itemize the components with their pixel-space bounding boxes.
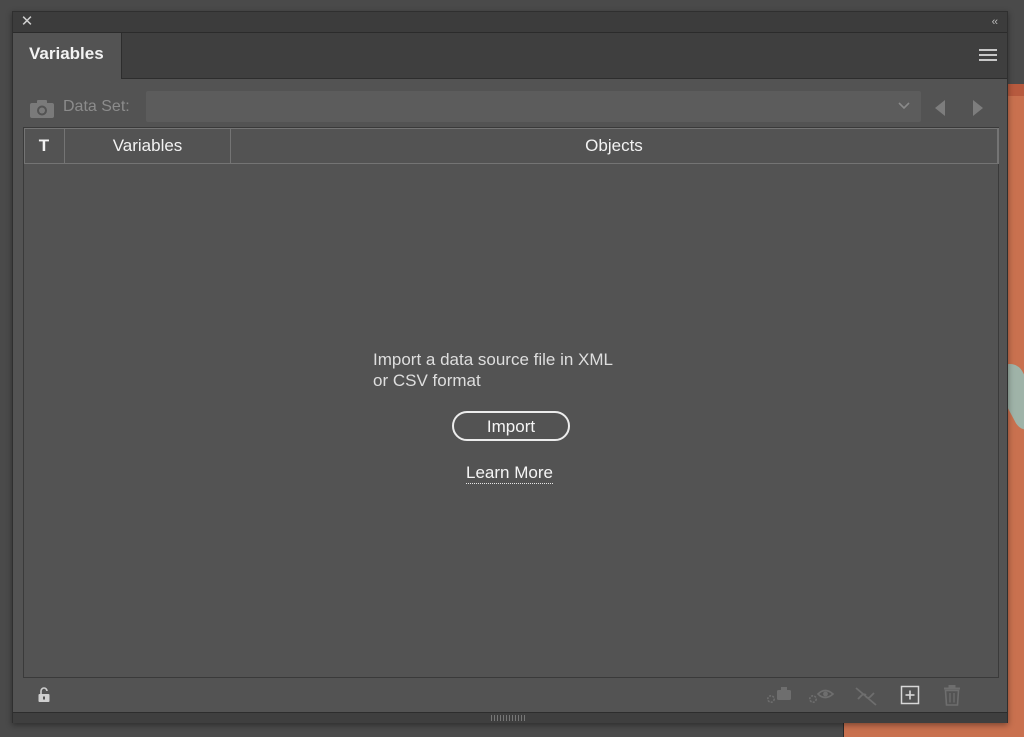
dataset-row: Data Set: xyxy=(13,91,1007,125)
panel-titlebar: ✕ ‹‹ xyxy=(13,12,1007,33)
empty-state: Import a data source file in XML or CSV … xyxy=(373,349,653,484)
camera-icon[interactable] xyxy=(29,99,55,119)
panel-resize-bar xyxy=(13,712,1007,723)
variables-panel: ✕ ‹‹ Variables Data Set: T Variables Obj… xyxy=(12,11,1008,723)
learn-more-link[interactable]: Learn More xyxy=(466,463,553,484)
empty-message-line1: Import a data source file in XML xyxy=(373,350,614,369)
empty-message: Import a data source file in XML or CSV … xyxy=(373,349,653,391)
column-header-type[interactable]: T xyxy=(24,128,65,163)
next-dataset-icon[interactable] xyxy=(971,99,985,117)
collapse-icon[interactable]: ‹‹ xyxy=(992,14,998,30)
tab-variables[interactable]: Variables xyxy=(13,33,122,79)
column-header-variables[interactable]: Variables xyxy=(65,128,231,163)
column-header-objects[interactable]: Objects xyxy=(231,128,998,163)
new-variable-icon[interactable] xyxy=(900,685,920,705)
chevron-down-icon xyxy=(898,102,910,110)
import-button[interactable]: Import xyxy=(452,411,570,441)
empty-message-line2: or CSV format xyxy=(373,371,481,390)
panel-tabbar: Variables xyxy=(13,33,1007,79)
variables-table: T Variables Objects Import a data source… xyxy=(23,127,999,678)
unbind-icon xyxy=(855,687,877,706)
table-header: T Variables Objects xyxy=(24,128,999,164)
resize-grip[interactable] xyxy=(491,715,527,721)
panel-menu-icon[interactable] xyxy=(979,49,997,63)
canvas-edge xyxy=(1008,84,1024,96)
dataset-label: Data Set: xyxy=(63,98,130,115)
dataset-select[interactable] xyxy=(146,91,921,122)
make-visible-icon xyxy=(808,689,835,704)
capture-dataset-icon xyxy=(766,687,791,704)
close-icon[interactable]: ✕ xyxy=(19,14,35,30)
previous-dataset-icon[interactable] xyxy=(933,99,947,117)
panel-footer xyxy=(13,682,1007,712)
unlock-icon[interactable] xyxy=(37,687,51,703)
trash-icon xyxy=(944,685,960,706)
